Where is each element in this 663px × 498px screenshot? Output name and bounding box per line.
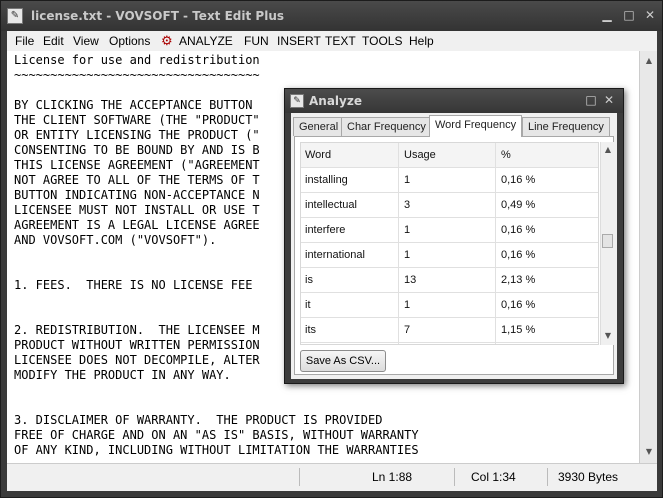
status-line: Ln 1:88 xyxy=(372,470,413,484)
grid-header: Word Usage % xyxy=(301,143,598,168)
tab-line-frequency[interactable]: Line Frequency xyxy=(522,117,610,136)
menu-analyze[interactable]: ANALYZE xyxy=(179,34,233,48)
minimize-icon[interactable]: ▁ xyxy=(599,8,615,22)
cell-word: its xyxy=(305,324,316,336)
tab-char-frequency[interactable]: Char Frequency xyxy=(341,117,432,136)
grid-scroll-up-icon[interactable]: ▲ xyxy=(602,144,614,156)
analyze-dialog-title: Analyze xyxy=(309,94,362,108)
table-row[interactable]: installing 1 0,16 % xyxy=(301,168,598,193)
app-pen-icon: ✎ xyxy=(7,8,23,24)
table-row[interactable]: it 1 0,16 % xyxy=(301,293,598,318)
menu-fun[interactable]: FUN xyxy=(244,34,269,48)
menu-bar: File Edit View Options ⚙ ANALYZE FUN INS… xyxy=(7,31,657,51)
cell-usage: 1 xyxy=(404,224,411,236)
grid-vertical-scrollbar[interactable]: ▲ ▼ xyxy=(600,142,614,345)
scroll-up-icon[interactable]: ▲ xyxy=(643,55,655,67)
cell-percent: 2,13 % xyxy=(501,274,536,286)
status-column: Col 1:34 xyxy=(471,470,516,484)
tab-word-frequency[interactable]: Word Frequency xyxy=(429,115,523,137)
menu-options[interactable]: Options xyxy=(109,34,150,48)
title-bar[interactable]: ✎ license.txt - VOVSOFT - Text Edit Plus… xyxy=(1,1,662,31)
cell-word: installing xyxy=(305,174,348,186)
cell-percent: 0,16 % xyxy=(501,224,536,236)
cell-word: intellectual xyxy=(305,199,357,211)
cell-usage: 13 xyxy=(404,274,417,286)
cell-percent: 0,16 % xyxy=(501,299,536,311)
grid-scroll-thumb[interactable] xyxy=(602,234,613,248)
analyze-dialog-body: General Char Frequency Word Frequency Li… xyxy=(291,113,617,379)
dialog-close-icon[interactable]: ✕ xyxy=(601,93,617,107)
column-header-word[interactable]: Word xyxy=(305,149,331,161)
tab-general[interactable]: General xyxy=(293,117,345,136)
cell-usage: 1 xyxy=(404,249,411,261)
menu-text[interactable]: TEXT xyxy=(325,34,356,48)
column-header-percent[interactable]: % xyxy=(501,149,511,161)
close-icon[interactable]: ✕ xyxy=(642,8,658,22)
menu-file[interactable]: File xyxy=(15,34,34,48)
cell-percent: 0,16 % xyxy=(501,174,536,186)
save-as-csv-button[interactable]: Save As CSV... xyxy=(300,350,386,372)
maximize-icon[interactable]: □ xyxy=(621,8,637,22)
analyze-dialog: ✎ Analyze □ ✕ General Char Frequency Wor… xyxy=(284,88,624,384)
menu-insert[interactable]: INSERT xyxy=(277,34,321,48)
word-frequency-grid[interactable]: Word Usage % installing 1 0,16 % intellectu… xyxy=(300,142,599,345)
cell-word: it xyxy=(305,299,311,311)
menu-edit[interactable]: Edit xyxy=(43,34,64,48)
cell-percent: 1,15 % xyxy=(501,324,536,336)
table-row[interactable]: interfere 1 0,16 % xyxy=(301,218,598,243)
cell-percent: 0,16 % xyxy=(501,249,536,261)
table-row[interactable]: is 13 2,13 % xyxy=(301,268,598,293)
table-row[interactable]: intellectual 3 0,49 % xyxy=(301,193,598,218)
scroll-down-icon[interactable]: ▼ xyxy=(643,446,655,458)
menu-view[interactable]: View xyxy=(73,34,99,48)
status-size: 3930 Bytes xyxy=(558,470,619,484)
cell-word: is xyxy=(305,274,313,286)
table-row[interactable]: international 1 0,16 % xyxy=(301,243,598,268)
cell-word: interfere xyxy=(305,224,346,236)
status-bar: Ln 1:88 Col 1:34 3930 Bytes xyxy=(7,463,657,491)
dialog-maximize-icon[interactable]: □ xyxy=(583,93,599,107)
grid-scroll-down-icon[interactable]: ▼ xyxy=(602,330,614,342)
analyze-menu-icon: ⚙ xyxy=(161,33,173,48)
editor-vertical-scrollbar[interactable]: ▲ ▼ xyxy=(639,51,657,463)
analyze-dialog-title-bar[interactable]: ✎ Analyze □ ✕ xyxy=(285,89,623,113)
cell-word: international xyxy=(305,249,365,261)
cell-usage: 1 xyxy=(404,174,411,186)
window-title: license.txt - VOVSOFT - Text Edit Plus xyxy=(31,9,285,23)
word-frequency-panel: Word Usage % installing 1 0,16 % intellectu… xyxy=(294,136,614,375)
column-header-usage[interactable]: Usage xyxy=(404,149,436,161)
cell-percent: 0,49 % xyxy=(501,199,536,211)
menu-tools[interactable]: TOOLS xyxy=(362,34,402,48)
cell-usage: 1 xyxy=(404,299,411,311)
cell-usage: 7 xyxy=(404,324,411,336)
menu-help[interactable]: Help xyxy=(409,34,434,48)
app-pen-icon: ✎ xyxy=(290,94,304,108)
table-row[interactable]: its 7 1,15 % xyxy=(301,318,598,343)
cell-usage: 3 xyxy=(404,199,411,211)
